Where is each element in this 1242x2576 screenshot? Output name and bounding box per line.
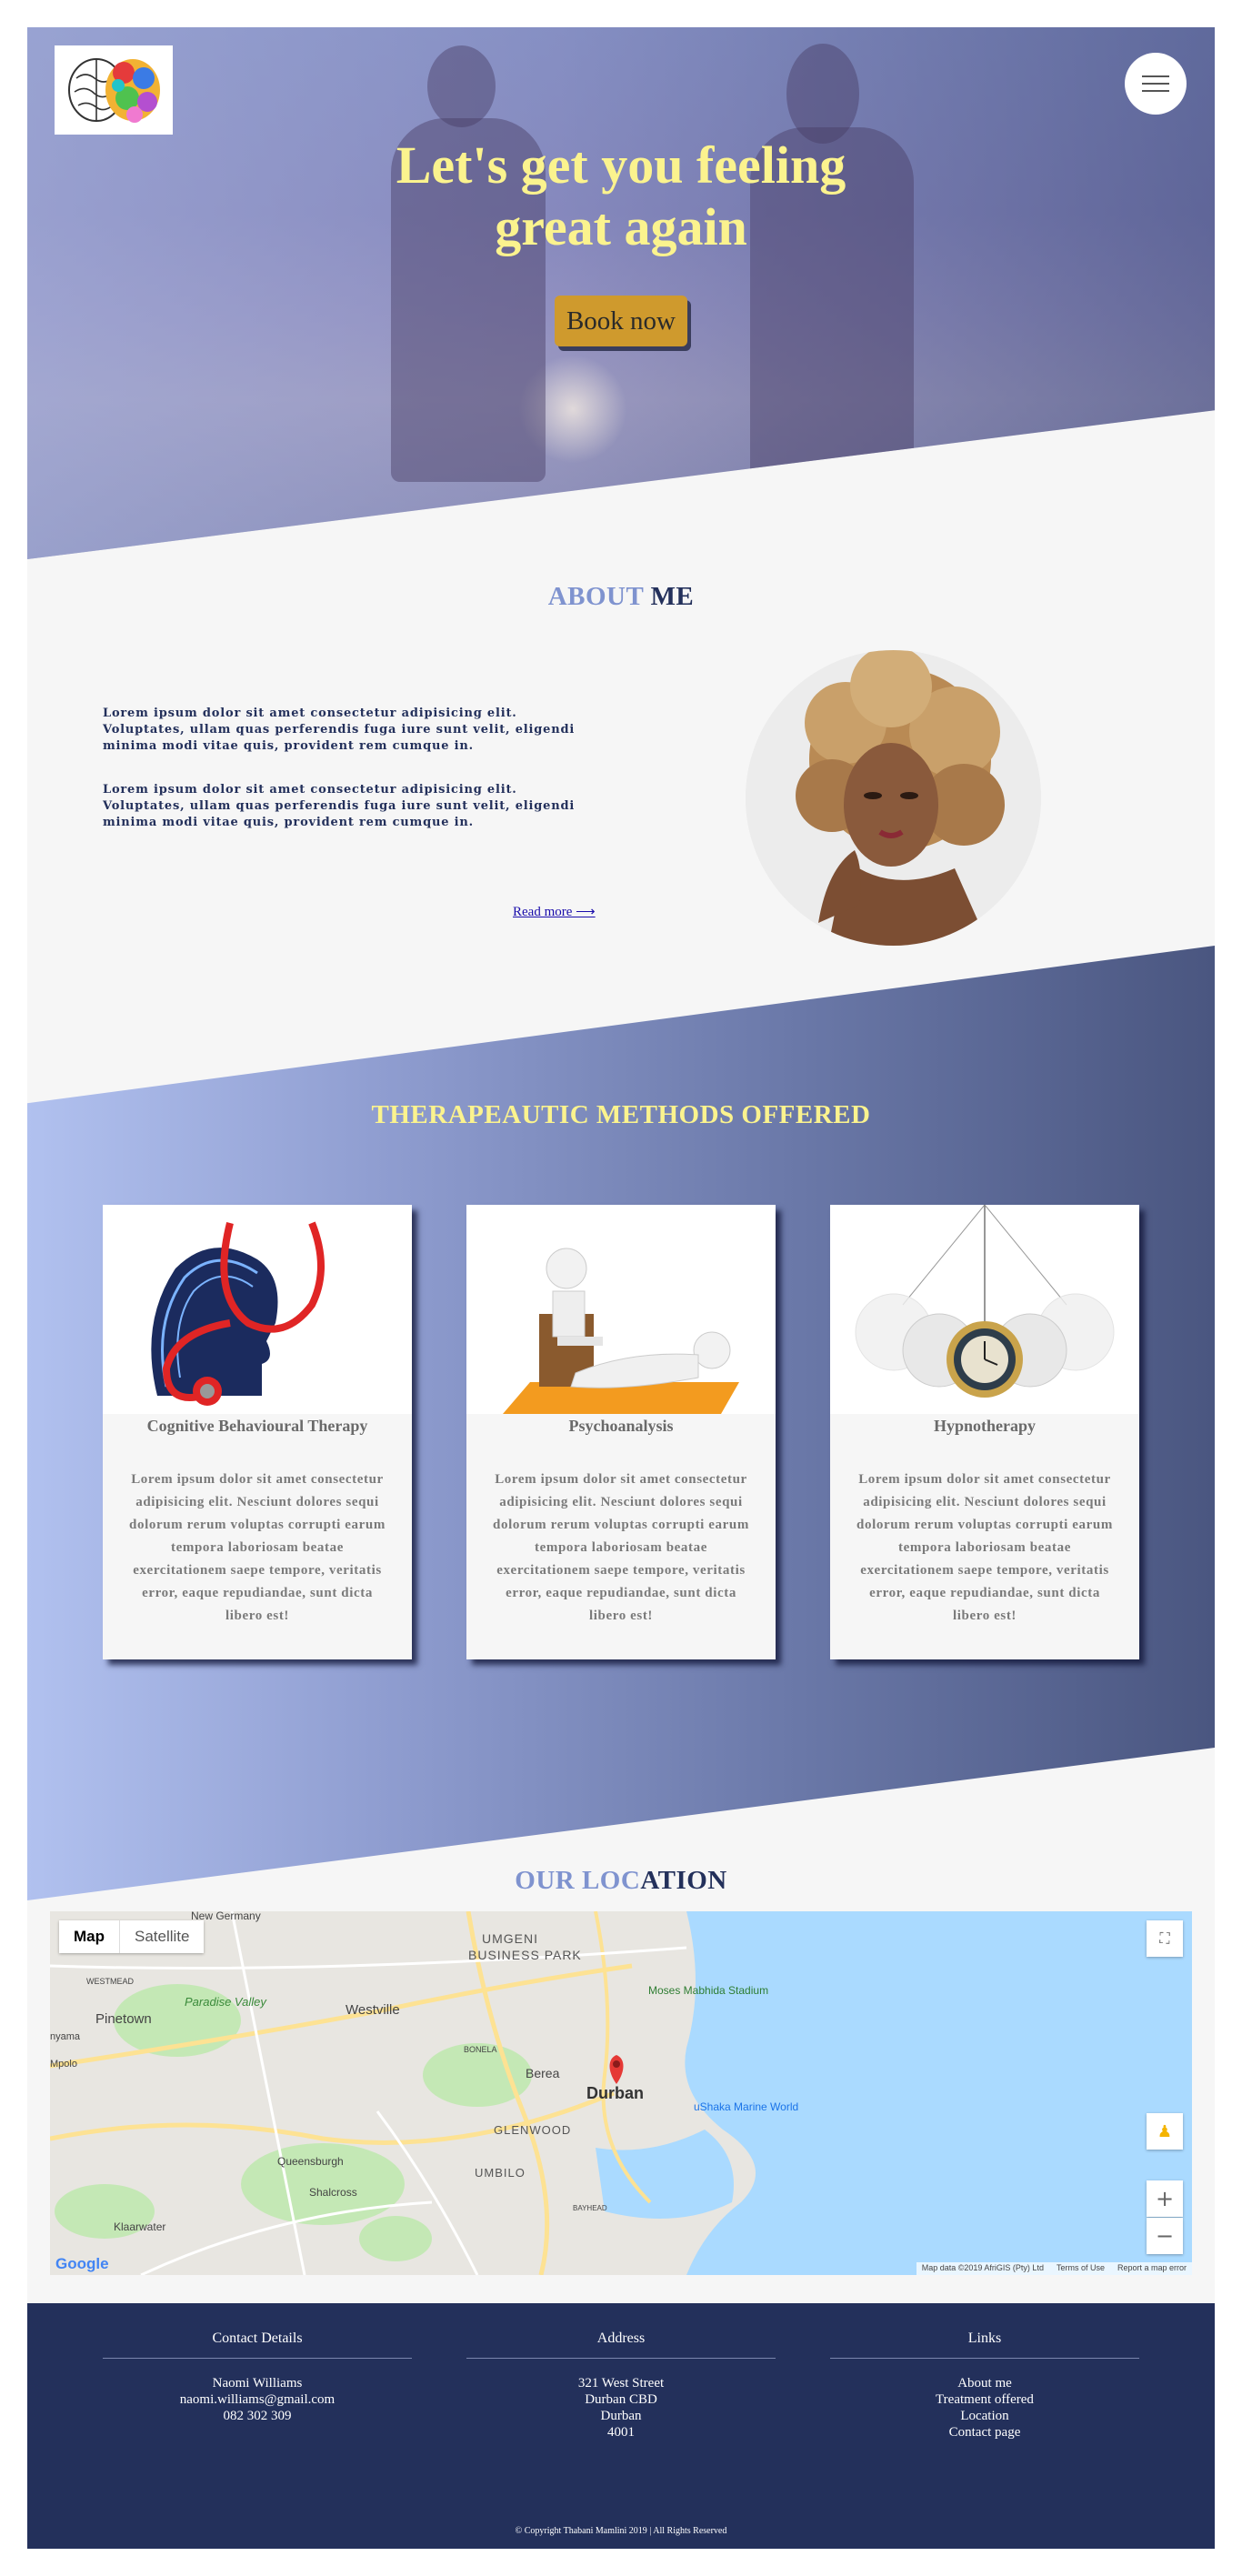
footer: Contact Details Naomi Williams naomi.wil…: [27, 2303, 1215, 2549]
map-label: New Germany: [191, 1911, 261, 1922]
map-label: Pinetown: [95, 2011, 152, 2027]
contact-email[interactable]: naomi.williams@gmail.com: [103, 2391, 412, 2408]
map-terms-link[interactable]: Terms of Use: [1057, 2263, 1105, 2274]
google-logo: Google: [55, 2255, 109, 2272]
cbt-image: [103, 1205, 412, 1414]
hamburger-line: [1142, 75, 1169, 77]
footer-heading: Links: [830, 2330, 1139, 2359]
brain-logo[interactable]: [55, 45, 173, 135]
footer-heading: Contact Details: [103, 2330, 412, 2359]
map-label: Mpolo: [50, 2059, 77, 2070]
map-label: Westville: [346, 2002, 400, 2018]
footer-heading: Address: [466, 2330, 776, 2359]
hamburger-line: [1142, 83, 1169, 85]
therapist-portrait: [746, 650, 1041, 946]
psychoanalysis-image: [466, 1205, 776, 1414]
about-title-part1: ABOUT: [547, 582, 644, 611]
map-label: Paradise Valley: [185, 1995, 266, 2009]
map-label: Durban: [586, 2084, 644, 2102]
address-line: Durban CBD: [585, 2392, 657, 2407]
method-card[interactable]: Cognitive Behavioural Therapy Lorem ipsu…: [103, 1205, 412, 1659]
portrait-illustration: [746, 650, 1041, 946]
hypnotherapy-image: [830, 1205, 1139, 1414]
hero-silhouette-man-head: [427, 45, 496, 127]
page-frame: Let's get you feeling great again Book n…: [27, 27, 1215, 2549]
fullscreen-icon[interactable]: ⛶: [1147, 1920, 1183, 1957]
method-card-description: Lorem ipsum dolor sit amet consectetur a…: [129, 1472, 386, 1623]
method-card-description: Lorem ipsum dolor sit amet consectetur a…: [493, 1472, 749, 1623]
map-label: Berea: [526, 2066, 560, 2080]
address-line: 321 West Street: [577, 2376, 665, 2391]
address-line: Durban: [600, 2409, 642, 2423]
book-now-button[interactable]: Book now: [555, 296, 687, 346]
map-label: UMBILO: [475, 2166, 526, 2180]
page: Let's get you feeling great again Book n…: [0, 0, 1242, 2576]
hero-sky-overlay: [27, 27, 1215, 559]
map-tab-map[interactable]: Map: [59, 1920, 119, 1953]
method-card[interactable]: Hypnotherapy Lorem ipsum dolor sit amet …: [830, 1205, 1139, 1659]
map-label: BUSINESS PARK: [468, 1948, 582, 1962]
footer-links-column: Links About me Treatment offered Locatio…: [830, 2330, 1139, 2441]
map-label: Queensburgh: [277, 2155, 344, 2168]
map-label: uShaka Marine World: [694, 2100, 799, 2113]
method-card-description: Lorem ipsum dolor sit amet consectetur a…: [856, 1472, 1113, 1623]
footer-link-about[interactable]: About me: [830, 2375, 1139, 2391]
map-label: UMGENI: [482, 1931, 538, 1946]
footer-address-column: Address 321 West Street Durban CBD Durba…: [466, 2330, 776, 2441]
footer-link-location[interactable]: Location: [830, 2408, 1139, 2424]
location-title-part1: OUR LOC: [515, 1866, 641, 1895]
map-label: Shalcross: [309, 2186, 357, 2199]
map-label: Klaarwater: [114, 2220, 166, 2233]
map-attribution: Map data ©2019 AfriGIS (Pty) Ltd Terms o…: [916, 2262, 1192, 2275]
method-card-title: Psychoanalysis: [568, 1417, 674, 1435]
map-type-tabs: Map Satellite: [59, 1920, 205, 1953]
contact-phone: 082 302 309: [223, 2409, 292, 2423]
method-card[interactable]: Psychoanalysis Lorem ipsum dolor sit ame…: [466, 1205, 776, 1659]
stethoscope-head-icon: [103, 1205, 412, 1414]
location-title: OUR LOCATION: [27, 1866, 1215, 1896]
footer-link-contact[interactable]: Contact page: [830, 2424, 1139, 2441]
method-card-title: Hypnotherapy: [933, 1417, 1037, 1435]
read-more-link[interactable]: Read more ⟶: [513, 903, 596, 920]
copyright: © Copyright Thabani Mamlini 2019 | All R…: [515, 2526, 727, 2536]
map-label: BAYHEAD: [573, 2204, 607, 2212]
hamburger-menu-button[interactable]: [1125, 53, 1187, 115]
map-tab-satellite[interactable]: Satellite: [119, 1920, 205, 1953]
zoom-out-button[interactable]: −: [1147, 2218, 1183, 2254]
about-paragraph: Lorem ipsum dolor sit amet consectetur a…: [103, 707, 576, 753]
hamburger-line: [1142, 90, 1169, 92]
therapy-session-icon: [466, 1205, 776, 1414]
map-label: Moses Mabhida Stadium: [648, 1984, 769, 1997]
footer-link-treatment[interactable]: Treatment offered: [830, 2391, 1139, 2408]
hero-section: Let's get you feeling great again Book n…: [27, 27, 1215, 559]
about-title: ABOUT ME: [27, 582, 1215, 612]
map-report-link[interactable]: Report a map error: [1117, 2263, 1187, 2274]
brain-icon: [68, 58, 160, 123]
map-label: BONELA: [464, 2045, 497, 2054]
map-data-credit: Map data ©2019 AfriGIS (Pty) Ltd: [921, 2263, 1044, 2272]
method-card-title: Cognitive Behavioural Therapy: [146, 1417, 368, 1435]
about-paragraph: Lorem ipsum dolor sit amet consectetur a…: [103, 783, 576, 829]
map-label: nyama: [50, 2031, 81, 2042]
street-view-pegman-icon[interactable]: ♟: [1147, 2113, 1183, 2150]
google-map[interactable]: Map Satellite New Germany UMGENI BUSINES…: [50, 1911, 1192, 2275]
footer-contact-column: Contact Details Naomi Williams naomi.wil…: [103, 2330, 412, 2424]
location-title-part2: ATION: [640, 1866, 727, 1895]
map-label: WESTMEAD: [86, 1977, 135, 1986]
about-title-part2: ME: [643, 582, 695, 611]
methods-title: THERAPEAUTIC METHODS OFFERED: [371, 1100, 871, 1129]
zoom-in-button[interactable]: +: [1147, 2180, 1183, 2217]
address-line: 4001: [607, 2425, 635, 2440]
hero-title: Let's get you feeling great again: [396, 135, 846, 256]
pocket-watch-icon: [830, 1205, 1139, 1414]
map-label: GLENWOOD: [494, 2123, 572, 2137]
contact-name: Naomi Williams: [212, 2376, 303, 2391]
